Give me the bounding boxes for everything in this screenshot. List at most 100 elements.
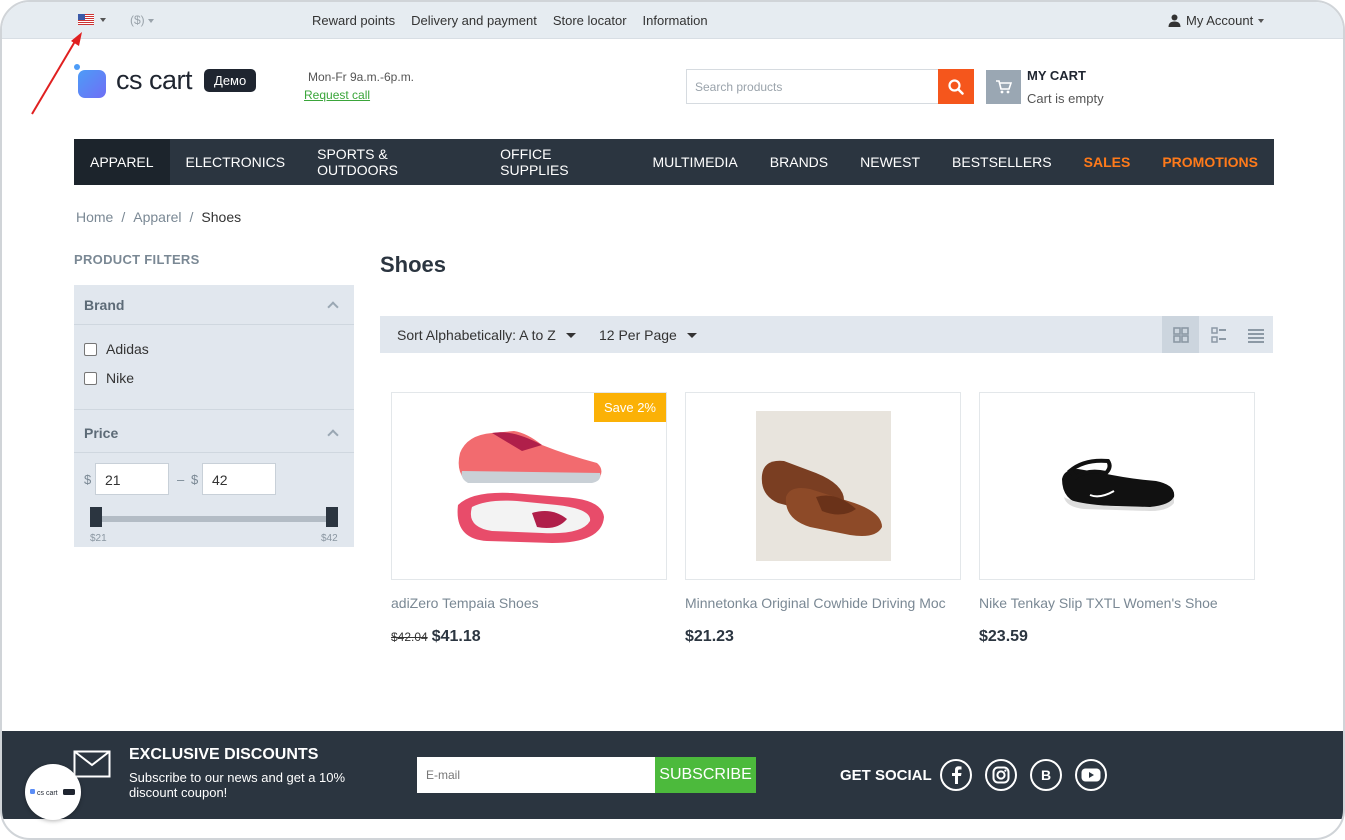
cs-cart-mini-logo-icon: cs cart <box>30 789 75 797</box>
price-min-input[interactable]: 21 <box>95 463 169 495</box>
per-page-dropdown[interactable]: 12 Per Page <box>599 327 697 343</box>
nav-bestsellers[interactable]: BESTSELLERS <box>936 139 1068 185</box>
nav-sales[interactable]: SALES <box>1068 139 1147 185</box>
divider <box>74 409 354 410</box>
breadcrumb-separator: / <box>189 209 194 225</box>
adidas-checkbox[interactable] <box>84 342 97 356</box>
cart-button[interactable] <box>986 70 1021 104</box>
currency-selector[interactable]: ($) <box>130 13 155 27</box>
chat-widget-button[interactable]: cs cart <box>25 764 81 820</box>
product-name-link[interactable]: adiZero Tempaia Shoes <box>391 595 539 611</box>
newsletter-title: EXCLUSIVE DISCOUNTS <box>129 746 319 763</box>
search-button[interactable] <box>938 69 974 104</box>
current-price: $21.23 <box>685 628 734 645</box>
currency-symbol: $ <box>191 472 199 487</box>
breadcrumb-apparel[interactable]: Apparel <box>133 209 181 225</box>
breadcrumb-separator: / <box>121 209 126 225</box>
social-title: GET SOCIAL <box>840 767 932 784</box>
working-hours: Mon-Fr 9a.m.-6p.m. <box>308 70 415 84</box>
currency-symbol: $ <box>84 472 92 487</box>
old-price: $42.04 <box>391 630 428 644</box>
filter-option-label: Nike <box>106 370 135 386</box>
instagram-icon[interactable] <box>985 759 1017 791</box>
my-account-label: My Account <box>1186 13 1254 28</box>
chevron-down-icon <box>686 332 697 338</box>
filter-price-heading[interactable]: Price <box>84 425 118 441</box>
product-name-link[interactable]: Nike Tenkay Slip TXTL Women's Shoe <box>979 595 1218 611</box>
us-flag-icon[interactable] <box>78 14 94 25</box>
cart-icon <box>995 80 1012 94</box>
nav-apparel[interactable]: APPAREL <box>74 139 170 185</box>
chevron-down-icon <box>1258 18 1265 23</box>
chevron-down-icon <box>148 18 155 23</box>
compact-list-button[interactable] <box>1237 316 1274 353</box>
search-icon <box>948 78 964 95</box>
product-name-link[interactable]: Minnetonka Original Cowhide Driving Moc <box>685 595 946 611</box>
nav-sports-outdoors[interactable]: SPORTS & OUTDOORS <box>301 139 484 185</box>
nav-office-supplies[interactable]: OFFICE SUPPLIES <box>484 139 636 185</box>
grid-view-button[interactable] <box>1162 316 1199 353</box>
nav-promotions[interactable]: PROMOTIONS <box>1146 139 1274 185</box>
email-field[interactable] <box>417 757 655 793</box>
moccasin-image <box>756 411 891 561</box>
nav-multimedia[interactable]: MULTIMEDIA <box>636 139 753 185</box>
current-price: $23.59 <box>979 628 1028 645</box>
range-dash: – <box>177 472 185 487</box>
grid-view-icon <box>1172 326 1189 343</box>
my-account-menu[interactable]: My Account <box>1168 13 1265 28</box>
page-title: Shoes <box>380 252 447 277</box>
search-input[interactable] <box>687 70 939 103</box>
sort-dropdown[interactable]: Sort Alphabetically: A to Z <box>397 327 576 343</box>
top-link-store-locator[interactable]: Store locator <box>553 13 627 28</box>
price-max-input[interactable]: 42 <box>202 463 276 495</box>
main-nav: APPAREL ELECTRONICS SPORTS & OUTDOORS OF… <box>74 139 1274 185</box>
product-card-image[interactable] <box>685 392 961 580</box>
user-icon <box>1168 14 1181 27</box>
nike-checkbox[interactable] <box>84 371 97 385</box>
top-link-reward-points[interactable]: Reward points <box>312 13 395 28</box>
language-caret-icon[interactable] <box>100 18 106 22</box>
per-page-label: 12 Per Page <box>599 327 677 343</box>
product-price: $42.04 $41.18 <box>391 628 481 646</box>
request-call-link[interactable]: Request call <box>304 88 370 102</box>
product-card-image[interactable] <box>979 392 1255 580</box>
price-slider-min-handle[interactable] <box>90 507 102 527</box>
vk-icon[interactable]: B <box>1030 759 1062 791</box>
store-logo[interactable]: cs cart Демо <box>74 64 257 98</box>
price-slider-max-handle[interactable] <box>326 507 338 527</box>
slider-max-label: $42 <box>321 533 338 544</box>
cs-cart-logo-icon <box>74 64 106 98</box>
filter-option-nike[interactable]: Nike <box>84 370 134 386</box>
vk-glyph: B <box>1040 767 1052 783</box>
nav-electronics[interactable]: ELECTRONICS <box>170 139 302 185</box>
currency-label: ($) <box>130 13 145 27</box>
breadcrumb-home[interactable]: Home <box>76 209 113 225</box>
nav-brands[interactable]: BRANDS <box>754 139 844 185</box>
divider <box>74 324 354 325</box>
filter-option-label: Adidas <box>106 341 149 357</box>
youtube-glyph <box>1081 768 1101 782</box>
price-slider-track[interactable] <box>94 516 334 522</box>
discount-badge: Save 2% <box>593 393 666 422</box>
chevron-up-icon[interactable] <box>327 429 339 441</box>
top-link-delivery[interactable]: Delivery and payment <box>411 13 537 28</box>
newsletter-subtitle: Subscribe to our news and get a 10% disc… <box>129 770 346 800</box>
filter-brand-heading[interactable]: Brand <box>84 297 124 313</box>
chevron-up-icon[interactable] <box>327 301 339 313</box>
filters-title: PRODUCT FILTERS <box>74 252 200 267</box>
list-view-button[interactable] <box>1200 316 1237 353</box>
facebook-icon[interactable] <box>940 759 972 791</box>
top-link-information[interactable]: Information <box>643 13 708 28</box>
youtube-icon[interactable] <box>1075 759 1107 791</box>
nav-newest[interactable]: NEWEST <box>844 139 936 185</box>
subscribe-button[interactable]: SUBSCRIBE <box>655 757 756 793</box>
cart-title[interactable]: MY CART <box>1027 68 1086 83</box>
filter-option-adidas[interactable]: Adidas <box>84 341 149 357</box>
current-price: $41.18 <box>431 628 481 645</box>
logo-text: cs cart <box>116 64 193 95</box>
breadcrumb-current: Shoes <box>201 209 242 225</box>
svg-text:cs cart: cs cart <box>37 790 58 797</box>
top-nav: Reward points Delivery and payment Store… <box>312 13 708 28</box>
list-view-icon <box>1210 326 1226 343</box>
product-card-image[interactable]: Save 2% <box>391 392 667 580</box>
